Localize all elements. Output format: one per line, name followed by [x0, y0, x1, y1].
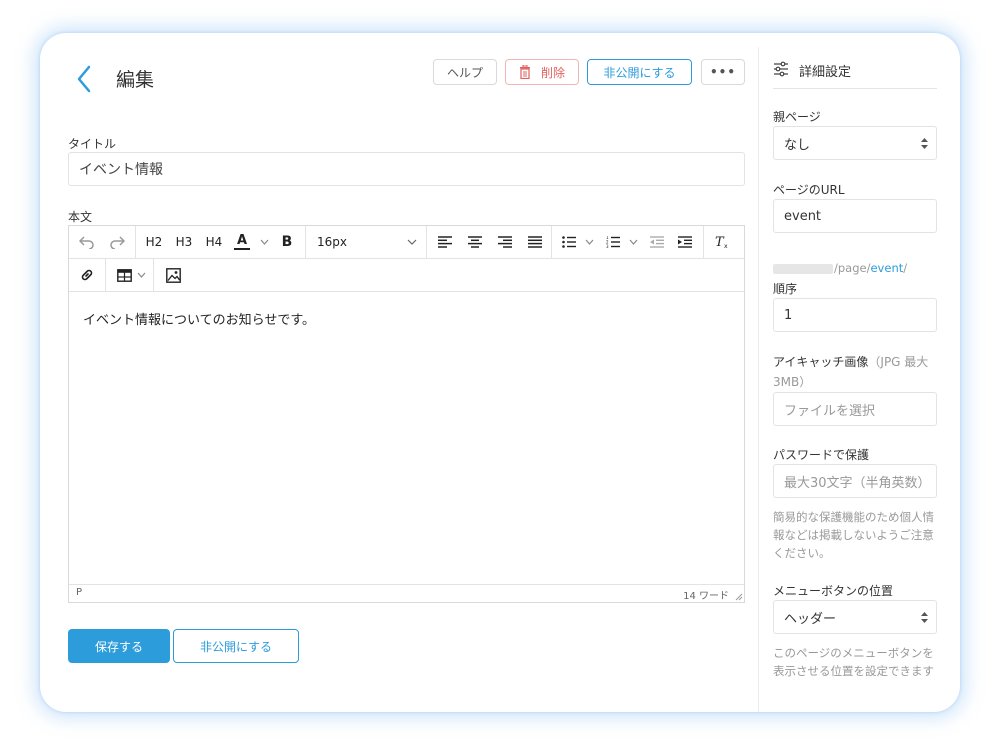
- link-icon[interactable]: [75, 259, 99, 291]
- word-count: 14 ワード: [683, 591, 729, 602]
- eyecatch-label: アイキャッチ画像（JPG 最大3MB）: [773, 352, 943, 392]
- indent-icon[interactable]: [673, 226, 697, 258]
- trash-icon: [519, 65, 530, 79]
- resize-handle-icon[interactable]: [735, 593, 743, 601]
- unpublish-button-bottom[interactable]: 非公開にする: [173, 629, 299, 663]
- image-icon[interactable]: [161, 259, 185, 291]
- element-path: P: [76, 587, 83, 598]
- settings-sidebar: 詳細設定 親ページ なし ページのURL event /page/event/ …: [758, 47, 960, 712]
- title-label: タイトル: [68, 137, 117, 151]
- bullet-list-chevron-icon[interactable]: [583, 226, 595, 258]
- menu-position-value: ヘッダー: [784, 611, 837, 627]
- unpublish-button[interactable]: 非公開にする: [587, 59, 692, 85]
- back-arrow-icon[interactable]: [75, 63, 95, 95]
- table-chevron-icon[interactable]: [135, 259, 147, 291]
- order-input[interactable]: 1: [773, 298, 937, 332]
- bold-button[interactable]: B: [275, 226, 299, 258]
- select-arrows-icon: [921, 612, 928, 623]
- help-button[interactable]: ヘルプ: [433, 59, 497, 85]
- eyecatch-file-input[interactable]: ファイルを選択: [773, 392, 937, 426]
- parent-page-select[interactable]: なし: [773, 126, 937, 160]
- align-right-icon[interactable]: [493, 226, 517, 258]
- font-size-value: 16px: [317, 235, 347, 249]
- table-icon[interactable]: [113, 259, 135, 291]
- numbered-list-chevron-icon[interactable]: [627, 226, 639, 258]
- rich-text-editor: H2 H3 H4 A B 16px 1 2 3 T x イベント情報についてのお…: [68, 225, 745, 603]
- url-suffix: /: [903, 261, 908, 275]
- menu-position-hint: このページのメニューボタンを表示させる位置を設定できます: [773, 646, 934, 678]
- parent-page-label: 親ページ: [773, 110, 821, 124]
- eyecatch-label-text: アイキャッチ画像: [773, 355, 869, 369]
- password-hint: 簡易的な保護機能のため個人情報などは掲載しないようご注意ください。: [773, 510, 934, 560]
- editor-statusbar: P 14 ワード: [69, 584, 744, 602]
- outdent-icon[interactable]: [645, 226, 669, 258]
- url-preview: /page/event/: [773, 261, 907, 275]
- password-input[interactable]: 最大30文字（半角英数）: [773, 464, 937, 498]
- font-size-select[interactable]: 16px: [311, 226, 423, 258]
- password-label: パスワードで保護: [773, 448, 870, 462]
- page-url-input[interactable]: event: [773, 199, 937, 233]
- delete-label: 削除: [540, 65, 565, 80]
- page-url-label: ページのURL: [773, 183, 845, 197]
- clear-format-icon[interactable]: Tx: [709, 226, 735, 258]
- editor-toolbar-row-2: [69, 259, 744, 292]
- font-color-letter: A: [236, 233, 248, 248]
- font-color-chevron-icon[interactable]: [257, 226, 271, 258]
- redo-icon[interactable]: [105, 226, 129, 258]
- svg-text:x: x: [724, 243, 728, 249]
- align-center-icon[interactable]: [463, 226, 487, 258]
- bullet-list-icon[interactable]: [559, 226, 579, 258]
- editor-toolbar-row-1: H2 H3 H4 A B 16px 1 2 3 T x: [69, 226, 744, 259]
- heading-2-button[interactable]: H2: [141, 226, 167, 258]
- svg-text:3: 3: [606, 244, 609, 248]
- heading-4-button[interactable]: H4: [201, 226, 227, 258]
- menu-position-label: メニューボタンの位置: [773, 584, 894, 598]
- title-input[interactable]: イベント情報: [68, 152, 745, 186]
- font-color-button[interactable]: A: [231, 226, 253, 258]
- page-title: 編集: [116, 69, 155, 91]
- menu-position-select[interactable]: ヘッダー: [773, 600, 937, 634]
- align-left-icon[interactable]: [433, 226, 457, 258]
- parent-page-value: なし: [784, 137, 811, 153]
- order-label: 順序: [773, 282, 798, 296]
- url-path: /page/: [834, 261, 871, 275]
- editor-content-area[interactable]: イベント情報についてのお知らせです。: [69, 293, 744, 584]
- more-options-button[interactable]: •••: [701, 59, 745, 85]
- save-button[interactable]: 保存する: [68, 629, 170, 663]
- sidebar-title: 詳細設定: [799, 65, 852, 80]
- editor-content-text: イベント情報についてのお知らせです。: [83, 313, 316, 328]
- select-arrows-icon: [921, 138, 928, 149]
- align-justify-icon[interactable]: [523, 226, 547, 258]
- numbered-list-icon[interactable]: 123: [603, 226, 623, 258]
- heading-3-button[interactable]: H3: [171, 226, 197, 258]
- settings-sliders-icon: [774, 61, 788, 77]
- undo-icon[interactable]: [75, 226, 99, 258]
- edit-panel: 編集 ヘルプ 削除 非公開にする ••• タイトル イベント情報 本文 H2 H…: [40, 33, 960, 712]
- body-label: 本文: [68, 210, 93, 224]
- url-slug: event: [870, 261, 904, 275]
- chevron-down-icon: [407, 239, 417, 245]
- delete-button[interactable]: 削除: [505, 59, 579, 85]
